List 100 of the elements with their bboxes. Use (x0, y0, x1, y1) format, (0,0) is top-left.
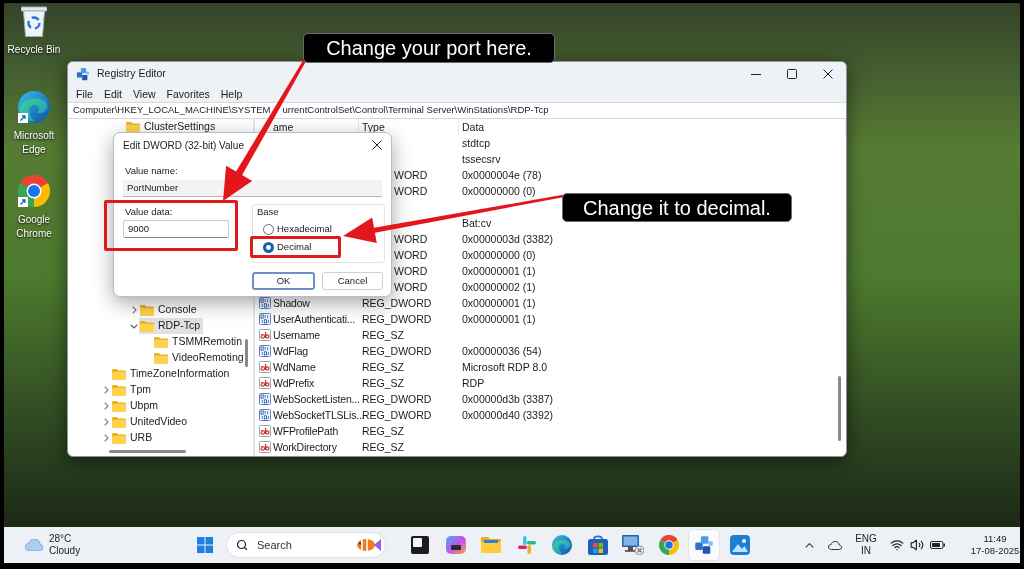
dialog-button[interactable]: Cancel (322, 272, 383, 290)
chevron-right-icon[interactable] (103, 434, 109, 442)
wifi-icon (890, 538, 904, 552)
menu-item[interactable]: File (76, 87, 93, 101)
folder-icon (154, 336, 168, 348)
taskbar-app-button[interactable] (688, 529, 720, 561)
chevron-right-icon[interactable] (131, 306, 137, 314)
binary-value-icon (259, 409, 271, 421)
value-type: REG_DWORD (362, 312, 432, 325)
binary-value-icon (259, 345, 271, 357)
binary-value-icon (259, 313, 271, 325)
tree-item[interactable]: Ubpm (111, 398, 161, 414)
folder-icon (140, 320, 154, 332)
dialog-button[interactable]: OK (252, 272, 315, 290)
value-name: Username (273, 329, 320, 341)
value-name-field[interactable]: PortNumber (123, 180, 382, 197)
radio-option[interactable]: Decimal (263, 240, 312, 254)
tree-item[interactable]: TSMMRemotin (153, 334, 245, 350)
group-label: Base (257, 206, 279, 218)
value-type: REG_DWORD (362, 408, 432, 421)
minimize-icon (751, 73, 761, 75)
folder-icon (112, 368, 126, 380)
value-data: 0x00000000 (0) (462, 248, 536, 261)
column-header[interactable]: Data (459, 119, 846, 135)
tree-item[interactable]: ClusterSettings (125, 119, 219, 135)
value-data: 0x00000002 (1) (462, 280, 536, 293)
menu-item[interactable]: Favorites (166, 87, 210, 101)
menu-item[interactable]: Edit (103, 87, 122, 101)
string-value-icon (259, 425, 271, 437)
value-type: WORD (394, 232, 428, 245)
value-type: WORD (394, 184, 428, 197)
chevron-right-icon[interactable] (103, 386, 109, 394)
tree-item[interactable]: URB (111, 430, 156, 446)
desktop-icon-label[interactable]: Google Chrome (4, 213, 64, 241)
address-bar[interactable]: Computer\HKEY_LOCAL_MACHINE\SYSTEM urrentControlSet\Control\Terminal Server\WinStations\RDP-Tcp (68, 102, 846, 119)
value-name: WdPrefix (273, 377, 314, 389)
value-data: 0x00000000 (0) (462, 184, 536, 197)
window-title: Registry Editor (97, 66, 166, 82)
weather-button[interactable]: 28°C Cloudy (23, 530, 83, 560)
value-type: WORD (394, 264, 428, 277)
value-name: WebSocketTLSLis... (273, 409, 365, 421)
chevron-right-icon[interactable] (103, 418, 109, 426)
value-name: Shadow (273, 297, 310, 309)
hash-logo-icon (517, 536, 536, 554)
value-type: WORD (394, 280, 428, 293)
chevron-up-icon (804, 542, 814, 548)
chevron-down-icon[interactable] (130, 323, 138, 329)
value-data: tssecsrv (462, 152, 501, 165)
folder-icon (112, 416, 126, 428)
tree-item[interactable]: RDP-Tcp (139, 318, 203, 334)
value-name: UserAuthenticati... (273, 313, 355, 325)
value-type: REG_DWORD (362, 392, 432, 405)
desktop-icon-label[interactable]: Recycle Bin (7, 43, 61, 57)
value-name: WdFlag (273, 345, 308, 357)
scroll-thumb[interactable] (109, 449, 186, 453)
menu-item[interactable]: Help (220, 87, 243, 101)
language-button[interactable]: ENG IN (851, 530, 881, 560)
value-name: WFProfilePath (273, 425, 339, 437)
edge-logo-icon[interactable] (18, 91, 50, 123)
folder-icon (126, 121, 140, 133)
cloud-icon (25, 539, 43, 551)
string-value-icon (259, 329, 271, 341)
tree-item[interactable]: UnitedVideo (111, 414, 191, 430)
search-field[interactable]: Search (226, 532, 386, 558)
folder-icon (112, 384, 126, 396)
value-type: REG_SZ (362, 424, 404, 437)
tree-item[interactable]: Console (139, 302, 200, 318)
close-icon (823, 69, 833, 79)
value-data: 0x0000003d (3382) (462, 232, 554, 245)
scroll-thumb[interactable] (245, 339, 248, 367)
dialog-title: Edit DWORD (32-bit) Value (123, 138, 244, 153)
callout: Change your port here. (303, 33, 555, 63)
tree-item[interactable]: VideoRemoting (153, 350, 247, 366)
folder-icon (481, 537, 501, 553)
menu-item[interactable]: View (133, 87, 156, 101)
value-type: REG_DWORD (362, 344, 432, 357)
chevron-right-icon[interactable] (103, 402, 109, 410)
tree-item[interactable]: Tpm (111, 382, 154, 398)
window-square-icon (411, 536, 429, 554)
chrome-logo-icon[interactable] (18, 175, 50, 207)
value-type: REG_SZ (362, 440, 404, 453)
close-icon (372, 140, 382, 150)
value-name: WebSocketListen... (273, 393, 360, 405)
clock-button[interactable]: 11:49 17-08-2025 (970, 530, 1020, 560)
string-value-icon (259, 441, 271, 453)
recycle-bin-icon[interactable] (21, 5, 47, 37)
folder-icon (112, 432, 126, 444)
binary-value-icon (259, 393, 271, 405)
desktop-icon-label[interactable]: Microsoft Edge (4, 129, 64, 157)
radio-option[interactable]: Hexadecimal (263, 222, 332, 236)
fish-icon (356, 537, 382, 553)
tree-item[interactable]: TimeZoneInformation (111, 366, 233, 382)
monitor-icon (622, 535, 644, 555)
value-data: Bat:cv (462, 216, 492, 229)
value-data: RDP (462, 376, 485, 389)
folder-icon (140, 304, 154, 316)
scroll-thumb[interactable] (838, 376, 841, 441)
value-data-field[interactable]: 9000 (123, 220, 229, 238)
edge-logo-icon (552, 535, 572, 555)
folder-icon (154, 352, 168, 364)
